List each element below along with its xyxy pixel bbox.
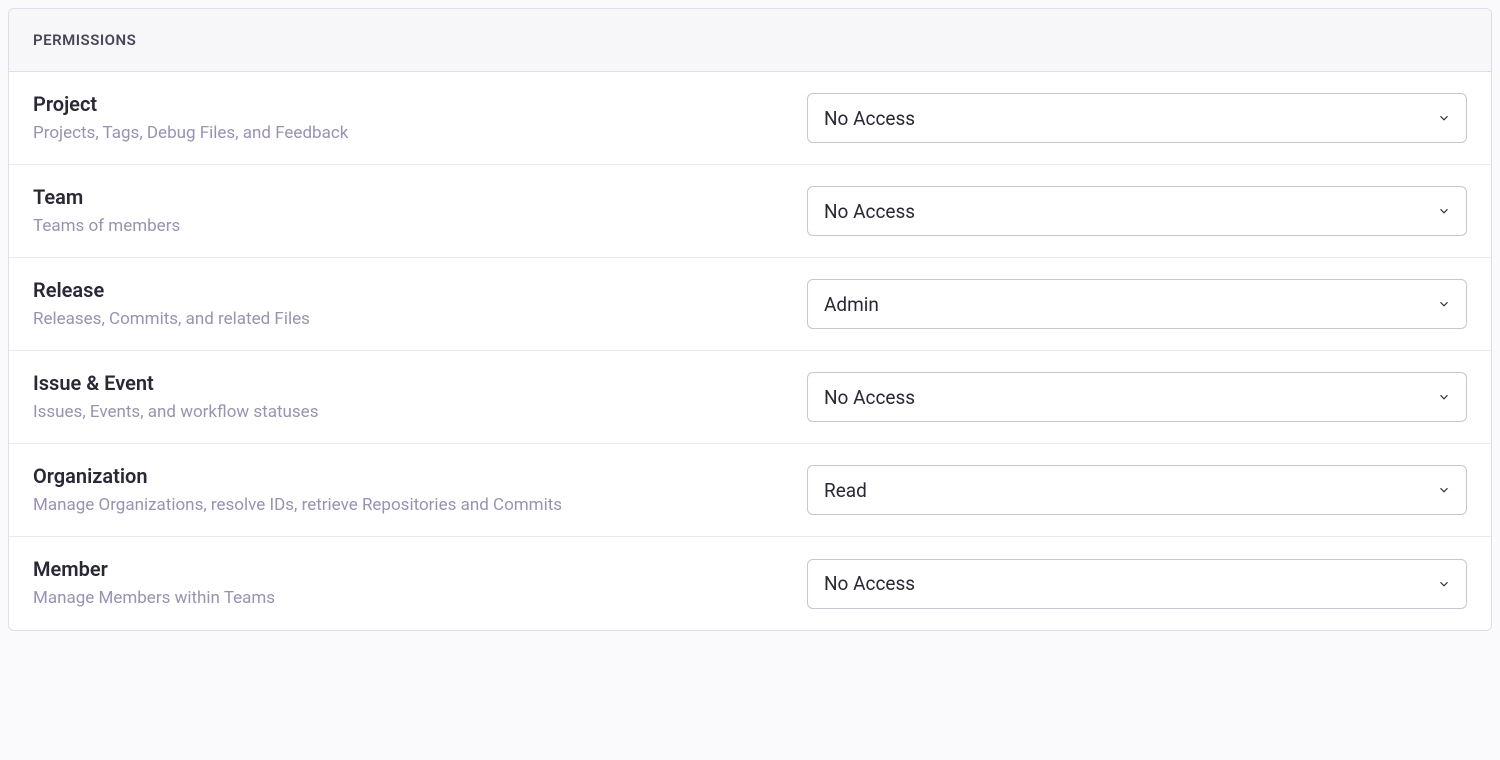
select-wrap: No AccessReadAdmin	[807, 186, 1467, 236]
permission-row-team: Team Teams of members No AccessReadAdmin	[9, 165, 1491, 258]
permission-label: Issue & Event Issues, Events, and workflo…	[33, 371, 783, 423]
permission-label: Project Projects, Tags, Debug Files, and …	[33, 92, 783, 144]
permission-row-organization: Organization Manage Organizations, resolv…	[9, 444, 1491, 537]
panel-title: PERMISSIONS	[33, 31, 1467, 49]
permission-control: No AccessReadAdmin	[807, 93, 1467, 143]
permission-description: Projects, Tags, Debug Files, and Feedbac…	[33, 122, 783, 144]
permission-title: Organization	[33, 464, 783, 488]
permission-select-release[interactable]: No AccessReadAdmin	[807, 279, 1467, 329]
permission-label: Member Manage Members within Teams	[33, 557, 783, 609]
permission-rows: Project Projects, Tags, Debug Files, and …	[9, 72, 1491, 630]
select-wrap: No AccessReadAdmin	[807, 372, 1467, 422]
permission-control: No AccessReadAdmin	[807, 372, 1467, 422]
permission-label: Team Teams of members	[33, 185, 783, 237]
permission-control: No AccessReadAdmin	[807, 279, 1467, 329]
permission-row-project: Project Projects, Tags, Debug Files, and …	[9, 72, 1491, 165]
select-wrap: No AccessReadAdmin	[807, 279, 1467, 329]
permissions-panel: PERMISSIONS Project Projects, Tags, Debug…	[8, 8, 1492, 631]
panel-header: PERMISSIONS	[9, 9, 1491, 72]
permission-title: Member	[33, 557, 783, 581]
permission-description: Issues, Events, and workflow statuses	[33, 401, 783, 423]
permission-row-issue-event: Issue & Event Issues, Events, and workflo…	[9, 351, 1491, 444]
permission-title: Issue & Event	[33, 371, 783, 395]
permission-select-team[interactable]: No AccessReadAdmin	[807, 186, 1467, 236]
permission-control: No AccessReadAdmin	[807, 465, 1467, 515]
select-wrap: No AccessReadAdmin	[807, 465, 1467, 515]
permission-title: Release	[33, 278, 783, 302]
permission-description: Releases, Commits, and related Files	[33, 308, 783, 330]
permission-label: Organization Manage Organizations, resolv…	[33, 464, 783, 516]
permission-row-release: Release Releases, Commits, and related Fi…	[9, 258, 1491, 351]
permission-control: No AccessReadAdmin	[807, 186, 1467, 236]
permission-description: Manage Organizations, resolve IDs, retri…	[33, 494, 783, 516]
permission-title: Project	[33, 92, 783, 116]
permission-select-project[interactable]: No AccessReadAdmin	[807, 93, 1467, 143]
permission-select-issue-event[interactable]: No AccessReadAdmin	[807, 372, 1467, 422]
permission-title: Team	[33, 185, 783, 209]
permission-control: No AccessReadAdmin	[807, 559, 1467, 609]
select-wrap: No AccessReadAdmin	[807, 93, 1467, 143]
permission-description: Manage Members within Teams	[33, 587, 783, 609]
permission-select-member[interactable]: No AccessReadAdmin	[807, 559, 1467, 609]
permission-label: Release Releases, Commits, and related Fi…	[33, 278, 783, 330]
permission-row-member: Member Manage Members within Teams No Acce…	[9, 537, 1491, 629]
permission-description: Teams of members	[33, 215, 783, 237]
select-wrap: No AccessReadAdmin	[807, 559, 1467, 609]
permission-select-organization[interactable]: No AccessReadAdmin	[807, 465, 1467, 515]
